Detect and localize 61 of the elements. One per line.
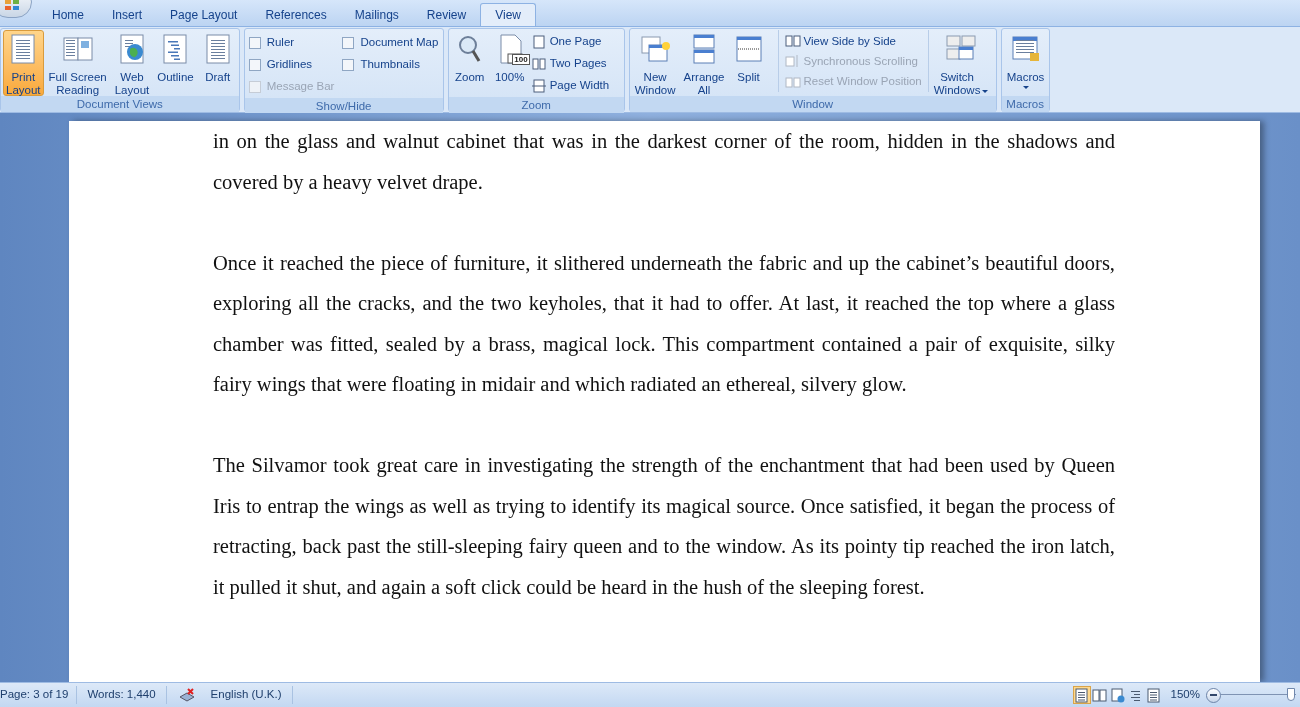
ribbon-button[interactable]: Zoom: [450, 30, 489, 96]
page-count[interactable]: Page: 3 of 19: [0, 686, 78, 704]
zoom-level[interactable]: 150%: [1170, 686, 1200, 704]
checkbox-option[interactable]: Document Map: [342, 32, 439, 54]
two-pages-icon: [784, 33, 801, 50]
view-button[interactable]: [1090, 686, 1109, 704]
language[interactable]: English (U.K.): [210, 686, 293, 704]
view-button[interactable]: [1144, 686, 1163, 704]
ribbon-tab[interactable]: View: [480, 3, 536, 26]
ribbon-button[interactable]: Page Width: [530, 75, 610, 97]
group-label: Show/Hide: [244, 98, 443, 114]
zoom-out-button[interactable]: [1206, 687, 1221, 703]
view-icon: [1146, 687, 1162, 703]
ribbon-button[interactable]: Draft: [198, 30, 237, 96]
ribbon-button[interactable]: 100 100%: [490, 30, 529, 96]
checkbox-option[interactable]: Ruler: [248, 32, 335, 54]
ribbon-tab[interactable]: Mailings: [340, 3, 413, 26]
view-icon: [1110, 687, 1126, 703]
checkbox[interactable]: [248, 59, 261, 71]
word-count[interactable]: Words: 1,440: [77, 686, 167, 704]
office-logo-icon: [4, 0, 20, 11]
checkbox[interactable]: [248, 37, 261, 49]
ribbon-button[interactable]: Split: [729, 30, 768, 96]
ribbon-button[interactable]: Arrange All: [680, 30, 728, 96]
group-label: Macros: [1001, 96, 1049, 112]
ribbon-button[interactable]: View Side by Side: [784, 31, 922, 52]
paragraph: in on the glass and walnut cabinet that was in the darkest corner of the room, hidden in the shadows and covered by a heavy velvet drape.: [213, 129, 1115, 196]
paragraph: The Silvamor took great care in investigating the strength of the enchantment that had been used by Queen Iris to entrap the wings as well as trying to identify its magical source. Once satisfied, it began the process of retracting, back past the still-sleeping fairy queen and to the window. As its pointy tip reached the iron latch, it pulled it shut, and again a soft click could be heard in the hush of the sleeping forest.: [213, 453, 1115, 601]
view-icon: [1092, 687, 1108, 703]
ribbon-button[interactable]: One Page: [530, 31, 610, 53]
view-icon: [1074, 687, 1090, 703]
ribbon-button[interactable]: New Window: [631, 30, 679, 96]
ribbon-button[interactable]: Switch Windows: [930, 30, 992, 96]
ribbon-button[interactable]: Outline: [154, 30, 197, 96]
group-label: Document Views: [1, 96, 239, 112]
ribbon-button[interactable]: Print Layout: [3, 30, 44, 96]
checkbox[interactable]: [342, 59, 355, 71]
two-pages-icon: [530, 56, 547, 72]
checkbox[interactable]: [342, 37, 355, 49]
ribbon-button[interactable]: Two Pages: [530, 53, 610, 75]
ribbon-tab[interactable]: Insert: [98, 3, 157, 26]
group-label: Window: [629, 96, 996, 112]
view-button[interactable]: [1072, 686, 1091, 704]
ribbon-tab[interactable]: Review: [412, 3, 481, 26]
ribbon-button[interactable]: Full Screen Reading: [45, 30, 110, 96]
checkbox-option[interactable]: Gridlines: [248, 54, 335, 76]
group-label: Zoom: [448, 97, 624, 113]
icon-label: 100: [512, 54, 530, 65]
page-icon: [530, 34, 547, 50]
ribbon-button[interactable]: Web Layout: [111, 30, 153, 96]
slider-thumb[interactable]: [1286, 688, 1295, 701]
ribbon-button[interactable]: Macros: [1003, 30, 1048, 96]
page-icon: [784, 53, 801, 70]
view-button[interactable]: [1108, 686, 1127, 704]
page-icon: [530, 78, 547, 94]
checkbox-option[interactable]: Thumbnails: [342, 54, 439, 76]
proofing-icon[interactable]: [178, 688, 195, 702]
ribbon-tab[interactable]: Page Layout: [156, 3, 252, 26]
ribbon-tab[interactable]: Home: [38, 3, 98, 26]
ribbon-tab[interactable]: References: [251, 3, 341, 26]
paragraph: Once it reached the piece of furniture, it slithered underneath the fabric and up the cabinet’s beautiful doors, exploring all the cracks, and the two keyholes, that it had to offer. At last, it reached the top where a glass chamber was fitted, sealed by a brass, magical lock. This compartment contained a pair of exquisite, silky fairy wings that were floating in midair and which radiated an ethereal, silvery glow.: [213, 250, 1115, 398]
